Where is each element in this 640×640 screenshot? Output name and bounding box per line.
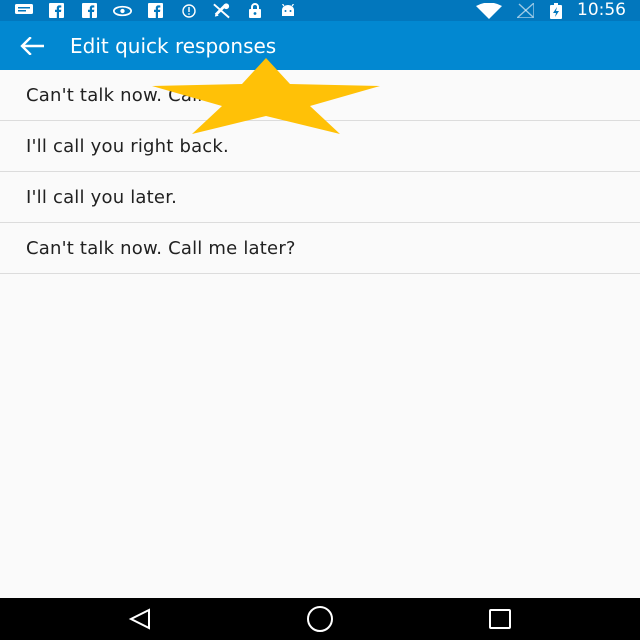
- response-text: I'll call you later.: [26, 186, 178, 208]
- facebook-icon: [80, 3, 99, 18]
- list-item[interactable]: I'll call you later.: [0, 172, 640, 223]
- battery-charging-icon: [549, 2, 563, 19]
- nav-recents-button[interactable]: [470, 598, 530, 640]
- no-location-icon: [212, 3, 231, 19]
- response-text: I'll call you right back.: [26, 135, 229, 157]
- facebook-icon: [146, 3, 165, 18]
- nav-back-button[interactable]: [110, 598, 170, 640]
- no-signal-icon: [516, 3, 535, 18]
- nav-bar: [0, 598, 640, 640]
- status-bar: 10:56: [0, 0, 640, 21]
- back-triangle-icon: [128, 608, 150, 630]
- page-title: Edit quick responses: [70, 33, 277, 58]
- facebook-icon: [47, 3, 66, 18]
- response-text: Can't talk now. Call me later?: [26, 237, 296, 259]
- info-icon: [179, 3, 198, 18]
- list-item[interactable]: Can't talk now. Call me later?: [0, 223, 640, 274]
- nav-home-button[interactable]: [290, 598, 350, 640]
- star-icon: [152, 58, 380, 134]
- lock-icon: [245, 3, 264, 18]
- eye-icon: [113, 3, 132, 18]
- arrow-left-icon: [20, 36, 44, 55]
- status-time: 10:56: [577, 0, 626, 20]
- home-circle-icon: [307, 606, 333, 632]
- recents-square-icon: [489, 609, 511, 629]
- back-button[interactable]: [20, 21, 68, 70]
- wifi-icon: [476, 2, 502, 19]
- message-icon: [14, 3, 33, 18]
- android-icon: [278, 3, 297, 18]
